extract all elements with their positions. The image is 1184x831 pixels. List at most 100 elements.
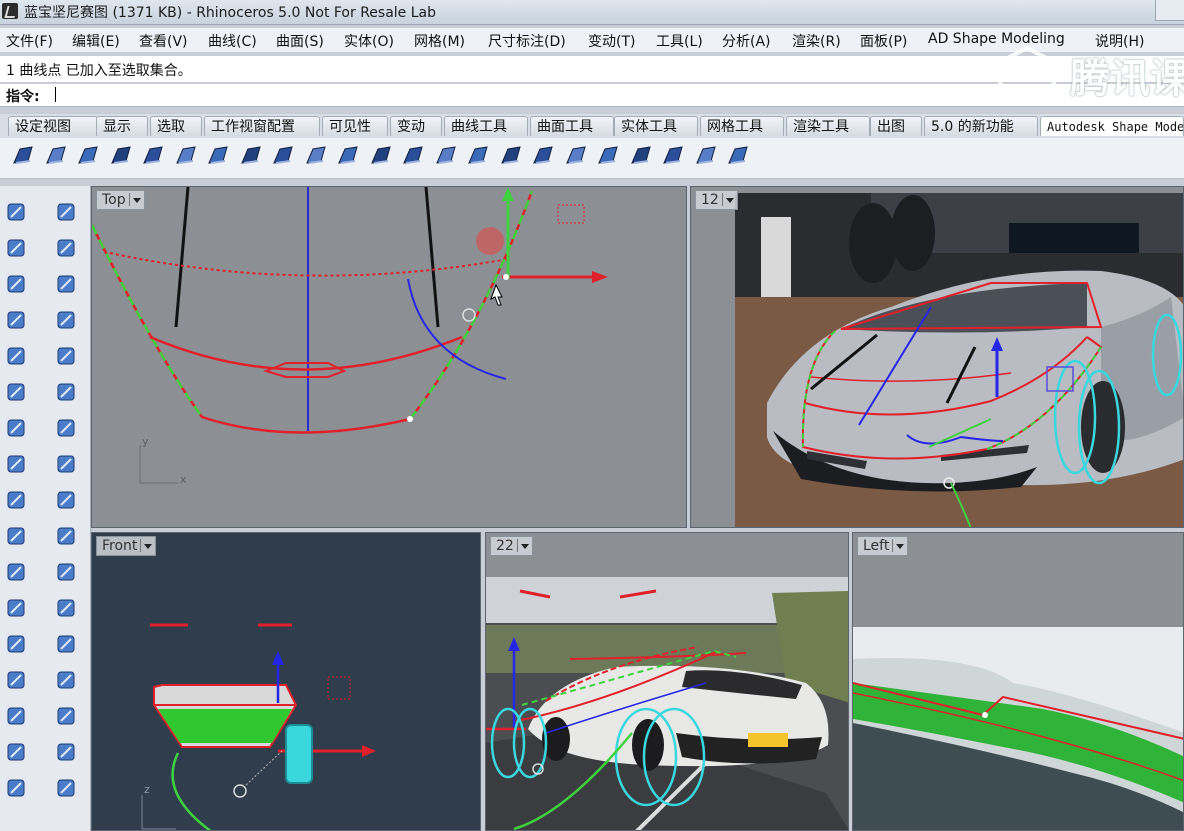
surface-from-corners-icon[interactable] [4,380,28,404]
menu-view[interactable]: 查看(V) [139,31,188,51]
network-surface-icon[interactable] [140,143,166,169]
chamfer-surface-icon[interactable] [433,143,459,169]
viewport-22-title[interactable]: 22 [490,536,533,556]
match-surface-icon[interactable] [498,143,524,169]
menu-dimension[interactable]: 尺寸标注(D) [488,31,566,51]
ellipse-icon[interactable] [54,272,78,296]
menu-tools[interactable]: 工具(L) [656,31,703,51]
menu-analyze[interactable]: 分析(A) [722,31,771,51]
move-icon[interactable] [4,524,28,548]
patch-icon[interactable] [205,143,231,169]
circle-icon[interactable] [4,272,28,296]
tab-transform[interactable]: 变动 [390,116,442,136]
text-icon[interactable] [4,596,28,620]
viewport-front[interactable]: z Front [91,532,481,831]
polygon-icon[interactable] [4,308,28,332]
transform-icon[interactable] [54,704,78,728]
material-icon[interactable] [4,776,28,800]
tab-render-tools[interactable]: 渲染工具 [786,116,870,136]
viewport-top[interactable]: y x Top [91,186,687,528]
viewport-12[interactable]: 12 [690,186,1184,528]
explode-icon[interactable] [4,488,28,512]
tab-select[interactable]: 选取 [150,116,202,136]
pull-curve-icon[interactable] [628,143,654,169]
split-icon[interactable] [54,488,78,512]
minimize-button[interactable] [1155,0,1184,21]
viewport-menu-dropdown-icon[interactable] [140,539,153,552]
box-solid-icon[interactable] [4,416,28,440]
sweep-icon[interactable] [75,143,101,169]
viewport-left[interactable]: Left [852,532,1184,831]
menu-transform[interactable]: 变动(T) [588,31,635,51]
polyline-icon[interactable] [4,236,28,260]
array-icon[interactable] [54,632,78,656]
layer-icon[interactable] [54,668,78,692]
analyze-icon[interactable] [4,560,28,584]
group-icon[interactable] [4,632,28,656]
block-icon[interactable] [4,668,28,692]
fillet-curve-icon[interactable] [54,344,78,368]
check-icon[interactable] [54,740,78,764]
select-arrow-icon[interactable] [4,200,28,224]
tab-solid-tools[interactable]: 实体工具 [614,116,698,136]
tab-visibility[interactable]: 可见性 [322,116,388,136]
blend-edge-icon[interactable] [660,143,686,169]
rail-revolve-icon[interactable] [335,143,361,169]
cylinder-solid-icon[interactable] [4,452,28,476]
rhino-app-icon[interactable] [2,3,18,19]
dimension-icon[interactable] [54,560,78,584]
light-icon[interactable] [54,776,78,800]
render-icon[interactable] [4,740,28,764]
cap-icon[interactable] [270,143,296,169]
viewport-front-title[interactable]: Front [96,536,157,556]
menu-panels[interactable]: 面板(P) [860,31,907,51]
rebuild-surface-icon[interactable] [465,143,491,169]
viewport-12-title[interactable]: 12 [695,190,738,210]
planar-surface-icon[interactable] [173,143,199,169]
curve-on-surface-icon[interactable] [595,143,621,169]
menu-solid[interactable]: 实体(O) [344,31,394,51]
viewport-menu-dropdown-icon[interactable] [516,539,530,552]
tab-autodesk-shape-modeling[interactable]: Autodesk Shape Modeling [1040,116,1184,136]
blend-curve-icon[interactable] [10,143,36,169]
arc-icon[interactable] [4,344,28,368]
viewport-menu-dropdown-icon[interactable] [128,193,142,206]
visibility-icon[interactable] [725,143,751,169]
menu-surface[interactable]: 曲面(S) [276,31,324,51]
viewport-menu-dropdown-icon[interactable] [892,539,905,552]
scale-icon[interactable] [54,596,78,620]
mesh-icon[interactable] [54,452,78,476]
rectangle-icon[interactable] [54,308,78,332]
menu-mesh[interactable]: 网格(M) [414,31,465,51]
tab-surface-tools[interactable]: 曲面工具 [530,116,614,136]
extrude-icon[interactable] [43,143,69,169]
grid-icon[interactable] [4,704,28,728]
edge-surface-icon[interactable] [238,143,264,169]
tab-display[interactable]: 显示 [96,116,148,136]
menu-render[interactable]: 渲染(R) [792,31,841,51]
loft-icon[interactable] [108,143,134,169]
sphere-solid-icon[interactable] [54,416,78,440]
point-grid-icon[interactable] [563,143,589,169]
menu-curve[interactable]: 曲线(C) [208,31,257,51]
viewport-top-title[interactable]: Top [96,190,145,210]
tab-set-view[interactable]: 设定视图 [8,116,98,136]
point-icon[interactable] [54,200,78,224]
fillet-surface-icon[interactable] [400,143,426,169]
tab-mesh-tools[interactable]: 网格工具 [700,116,784,136]
tab-new-in-5[interactable]: 5.0 的新功能 [924,116,1038,136]
menu-file[interactable]: 文件(F) [6,31,53,51]
tab-viewport-layout[interactable]: 工作视窗配置 [204,116,320,136]
tab-curve-tools[interactable]: 曲线工具 [444,116,528,136]
boolean-icon[interactable] [54,524,78,548]
merge-surface-icon[interactable] [530,143,556,169]
viewport-menu-dropdown-icon[interactable] [721,193,735,206]
viewport-22[interactable]: 22 [485,532,849,831]
viewport-left-title[interactable]: Left [857,536,909,556]
tab-layout[interactable]: 出图 [870,116,922,136]
revolve-icon[interactable] [303,143,329,169]
curve-from-points-icon[interactable] [54,236,78,260]
split-icon[interactable] [693,143,719,169]
menu-edit[interactable]: 编辑(E) [72,31,120,51]
surface-edit-icon[interactable] [54,380,78,404]
